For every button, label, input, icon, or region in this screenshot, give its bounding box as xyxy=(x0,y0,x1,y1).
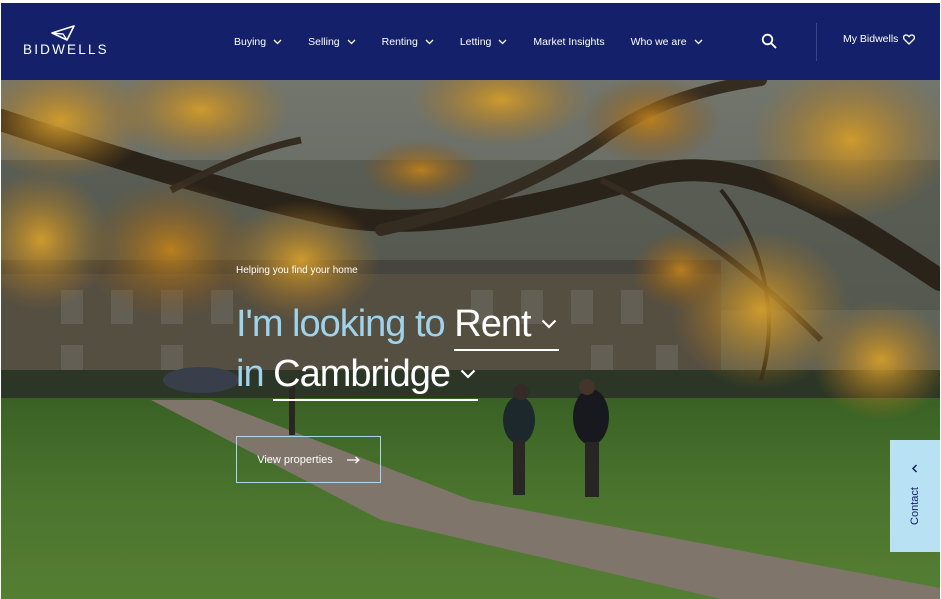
page: BIDWELLS Buying Selling Renting Letting … xyxy=(1,3,940,599)
nav-item-label: Market Insights xyxy=(533,36,605,48)
view-properties-button[interactable]: View properties xyxy=(236,436,381,483)
heart-icon xyxy=(903,33,916,45)
search-sentence-line-1: I'm looking to Rent xyxy=(236,301,559,351)
my-bidwells-label: My Bidwells xyxy=(843,33,899,45)
view-properties-label: View properties xyxy=(257,453,333,466)
nav-divider xyxy=(816,23,817,61)
nav-item-label: Selling xyxy=(308,36,340,48)
arrow-right-icon xyxy=(346,456,360,463)
nav-item-who-we-are[interactable]: Who we are xyxy=(631,32,703,52)
chevron-down-icon xyxy=(694,39,703,45)
chevron-down-icon xyxy=(425,39,434,45)
nav-item-label: Buying xyxy=(234,36,267,48)
location-value: Cambridge xyxy=(273,353,451,395)
search-sentence-line-2: in Cambridge xyxy=(236,351,479,401)
nav-item-renting[interactable]: Renting xyxy=(382,32,434,52)
location-dropdown[interactable]: Cambridge xyxy=(273,351,479,401)
hero-tagline: Helping you find your home xyxy=(236,265,358,276)
bidwells-logo[interactable]: BIDWELLS xyxy=(23,25,113,59)
nav-item-buying[interactable]: Buying xyxy=(234,32,282,52)
my-bidwells-link[interactable]: My Bidwells xyxy=(843,33,916,45)
contact-label: Contact xyxy=(909,487,921,525)
chevron-down-icon xyxy=(498,39,507,45)
hero-section: Helping you find your home I'm looking t… xyxy=(1,80,940,599)
paper-plane-logo-icon xyxy=(51,25,75,41)
looking-to-text: I'm looking to xyxy=(236,303,446,345)
top-navigation: BIDWELLS Buying Selling Renting Letting … xyxy=(1,3,940,80)
chevron-left-icon xyxy=(911,464,918,473)
main-menu: Buying Selling Renting Letting Market In… xyxy=(234,32,729,52)
nav-item-market-insights[interactable]: Market Insights xyxy=(533,32,604,52)
nav-item-label: Renting xyxy=(381,36,418,48)
brand-name: BIDWELLS xyxy=(23,42,109,57)
in-text: in xyxy=(236,353,265,395)
chevron-down-icon xyxy=(541,319,556,329)
intent-value: Rent xyxy=(454,303,531,345)
contact-tab[interactable]: Contact xyxy=(890,440,940,552)
nav-item-label: Letting xyxy=(459,36,492,48)
intent-dropdown[interactable]: Rent xyxy=(454,301,559,351)
nav-item-label: Who we are xyxy=(630,36,687,48)
nav-item-selling[interactable]: Selling xyxy=(308,32,356,52)
chevron-down-icon xyxy=(347,39,356,45)
nav-item-letting[interactable]: Letting xyxy=(460,32,508,52)
search-icon[interactable] xyxy=(761,33,777,49)
chevron-down-icon xyxy=(273,39,282,45)
chevron-down-icon xyxy=(460,369,476,379)
